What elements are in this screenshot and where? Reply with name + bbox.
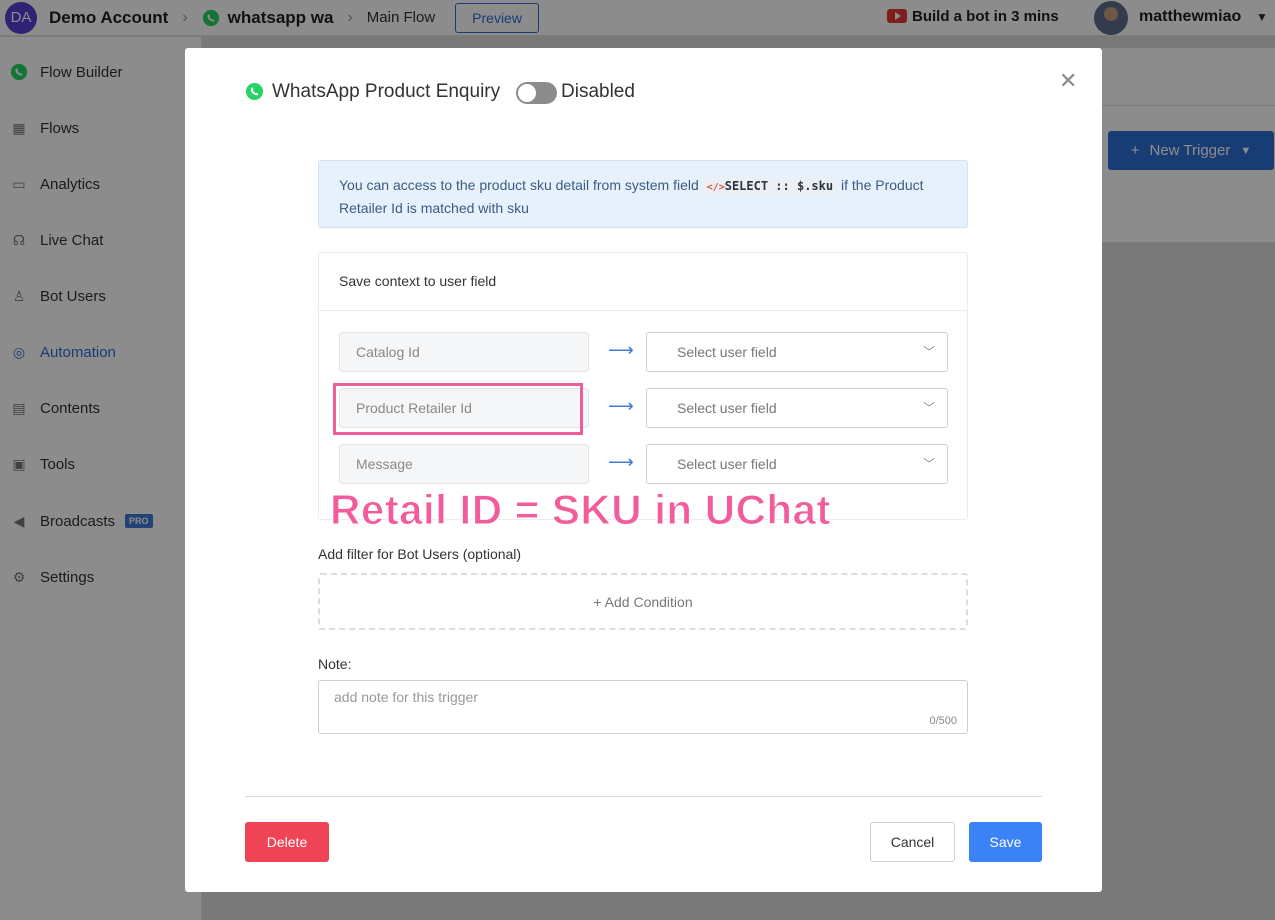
code-snippet: </>SELECT :: $.sku [702, 178, 838, 194]
user-field-select[interactable]: Select user field ﹀ [646, 388, 948, 428]
info-text: You can access to the product sku detail… [339, 177, 699, 193]
chevron-down-icon: ﹀ [922, 401, 935, 415]
message-field: Message [339, 444, 589, 484]
chevron-down-icon: ﹀ [922, 345, 935, 359]
filter-label: Add filter for Bot Users (optional) [318, 546, 522, 562]
cancel-button[interactable]: Cancel [870, 822, 955, 862]
close-icon[interactable]: ✕ [1059, 68, 1077, 94]
char-counter: 0/500 [929, 715, 957, 727]
annotation-text: Retail ID = SKU in UChat [330, 486, 831, 534]
footer-divider [245, 796, 1042, 797]
add-condition-button[interactable]: + Add Condition [318, 573, 968, 630]
context-title: Save context to user field [319, 253, 967, 311]
select-placeholder: Select user field [677, 400, 777, 416]
delete-button[interactable]: Delete [245, 822, 329, 862]
select-placeholder: Select user field [677, 456, 777, 472]
arrow-right-icon: ⟶ [608, 396, 634, 416]
note-textarea[interactable]: add note for this trigger 0/500 [318, 680, 968, 734]
field-row: Message ⟶ Select user field ﹀ [339, 444, 949, 484]
chevron-down-icon: ﹀ [922, 457, 935, 471]
save-button[interactable]: Save [969, 822, 1042, 862]
note-placeholder: add note for this trigger [334, 689, 478, 705]
arrow-right-icon: ⟶ [608, 340, 634, 360]
info-alert: You can access to the product sku detail… [318, 160, 968, 228]
arrow-right-icon: ⟶ [608, 452, 634, 472]
highlight-box [333, 383, 583, 435]
code-text: SELECT :: $.sku [724, 179, 834, 193]
enable-toggle[interactable] [516, 82, 557, 104]
catalog-id-field: Catalog Id [339, 332, 589, 372]
note-label: Note: [318, 656, 352, 672]
user-field-select[interactable]: Select user field ﹀ [646, 444, 948, 484]
select-placeholder: Select user field [677, 344, 777, 360]
field-row: Catalog Id ⟶ Select user field ﹀ [339, 332, 949, 372]
toggle-label: Disabled [561, 81, 635, 102]
modal-title: WhatsApp Product Enquiry [272, 81, 501, 102]
whatsapp-icon [245, 82, 264, 101]
user-field-select[interactable]: Select user field ﹀ [646, 332, 948, 372]
trigger-modal: WhatsApp Product Enquiry Disabled ✕ You … [185, 48, 1102, 892]
code-icon: </> [706, 182, 725, 193]
toggle-knob [518, 84, 536, 102]
